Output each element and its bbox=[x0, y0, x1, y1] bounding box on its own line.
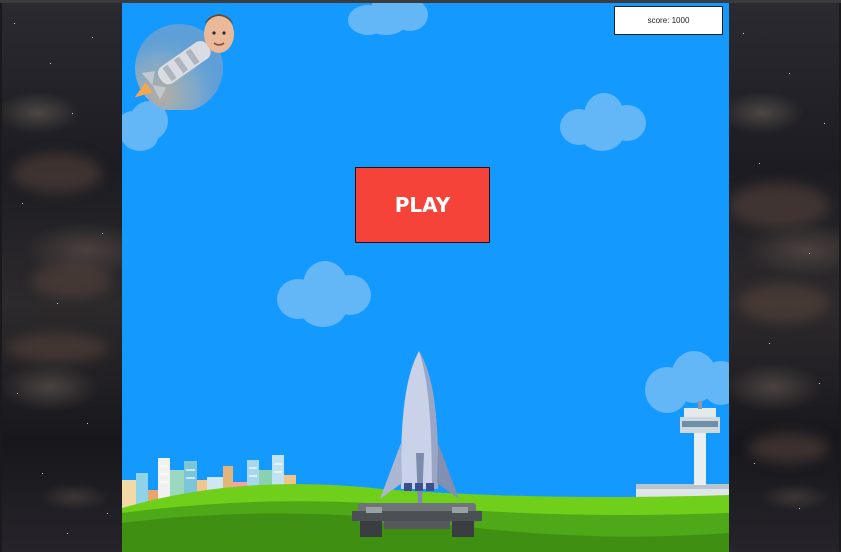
rocket-icon bbox=[380, 351, 459, 503]
space-backdrop-right bbox=[729, 3, 839, 552]
window-top-edge bbox=[0, 0, 841, 3]
game-canvas[interactable]: score: 1000 PLAY bbox=[122, 3, 729, 552]
play-button[interactable]: PLAY bbox=[355, 167, 490, 243]
space-backdrop-left bbox=[2, 3, 122, 552]
play-button-label: PLAY bbox=[394, 193, 451, 217]
rocket-rider-avatar-icon bbox=[134, 14, 234, 112]
score-display: score: 1000 bbox=[614, 6, 723, 35]
player-avatar bbox=[134, 6, 239, 112]
score-text: score: 1000 bbox=[647, 16, 690, 25]
game-stage: score: 1000 PLAY bbox=[0, 0, 841, 552]
